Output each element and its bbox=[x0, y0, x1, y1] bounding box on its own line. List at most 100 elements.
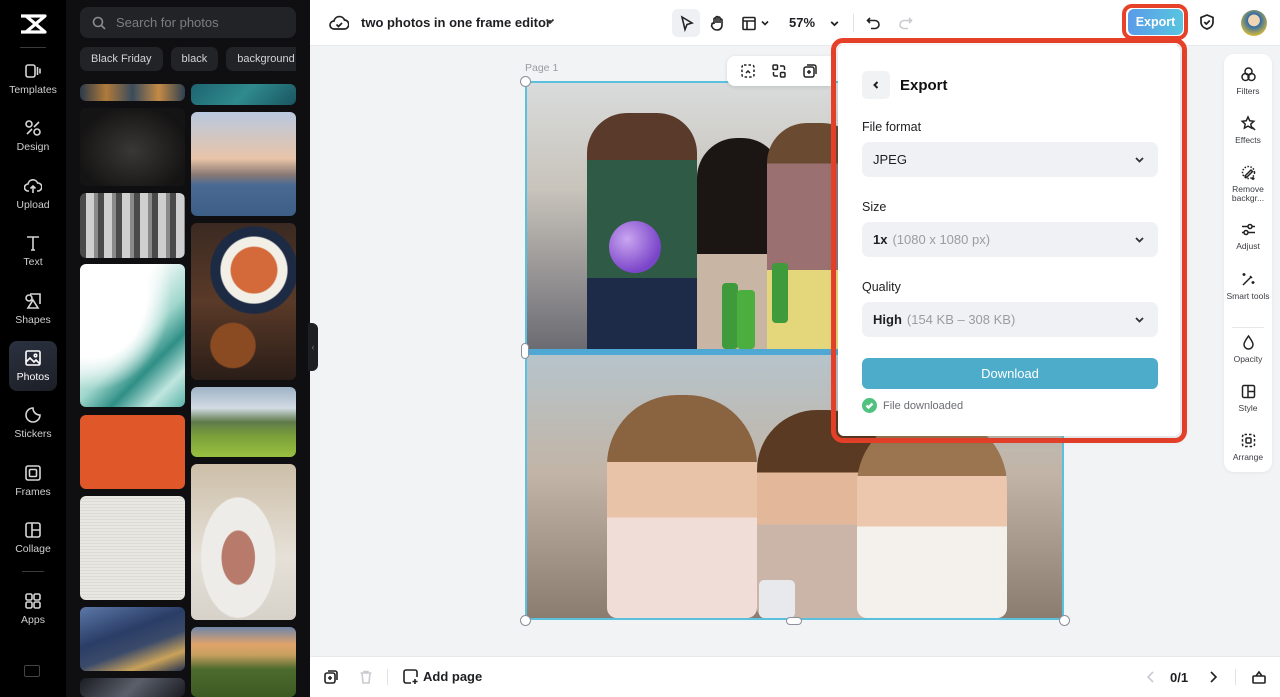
rail-divider bbox=[20, 47, 46, 48]
quality-value: High bbox=[873, 312, 902, 327]
replace-icon[interactable] bbox=[771, 63, 787, 79]
rail-item-stickers[interactable]: Stickers bbox=[9, 398, 57, 448]
rail-item-label: Shapes bbox=[15, 313, 51, 326]
document-title[interactable]: two photos in one frame editor bbox=[361, 15, 551, 30]
chip[interactable]: background bbox=[226, 47, 296, 71]
quality-detail: (154 KB – 308 KB) bbox=[906, 312, 1016, 327]
chip[interactable]: Black Friday bbox=[80, 47, 163, 71]
resize-handle[interactable] bbox=[520, 76, 531, 87]
crop-select-icon[interactable] bbox=[740, 63, 756, 79]
photo-thumbnail[interactable] bbox=[191, 112, 296, 216]
rail-item-templates[interactable]: Templates bbox=[9, 54, 57, 104]
keyboard-icon[interactable] bbox=[24, 665, 40, 677]
user-avatar[interactable] bbox=[1241, 10, 1267, 36]
shield-check-icon[interactable] bbox=[1198, 13, 1216, 31]
photo-figure bbox=[857, 415, 1007, 618]
photo-search-input[interactable]: Search for photos bbox=[80, 7, 296, 38]
zoom-level[interactable]: 57% bbox=[789, 15, 815, 30]
photo-thumbnail[interactable] bbox=[191, 387, 296, 457]
size-value: 1x bbox=[873, 232, 888, 247]
photo-thumbnail[interactable] bbox=[191, 223, 296, 380]
tool-smart-tools[interactable]: Smart tools bbox=[1224, 271, 1272, 301]
select-tool-button[interactable] bbox=[672, 9, 700, 37]
resize-handle[interactable] bbox=[786, 617, 802, 625]
resize-handle[interactable] bbox=[1059, 615, 1070, 626]
file-format-value: JPEG bbox=[873, 152, 907, 167]
redo-icon bbox=[898, 16, 913, 29]
photo-thumbnail[interactable] bbox=[80, 264, 185, 407]
tool-remove-background[interactable]: Remove backgr... bbox=[1224, 164, 1272, 204]
file-format-select[interactable]: JPEG bbox=[862, 142, 1158, 177]
apps-icon bbox=[25, 592, 41, 609]
cloud-sync-icon[interactable] bbox=[329, 13, 349, 33]
size-detail: (1080 x 1080 px) bbox=[892, 232, 991, 247]
photo-thumbnail[interactable] bbox=[191, 84, 296, 105]
download-button[interactable]: Download bbox=[862, 358, 1158, 389]
delete-page-icon[interactable] bbox=[358, 669, 374, 685]
editor-app: Templates Design Upload Text Shapes Phot… bbox=[0, 0, 1280, 697]
photo-thumbnail[interactable] bbox=[191, 627, 296, 697]
quality-select[interactable]: High (154 KB – 308 KB) bbox=[862, 302, 1158, 337]
tool-label: Opacity bbox=[1233, 354, 1263, 364]
shapes-icon bbox=[25, 292, 41, 309]
resize-handle[interactable] bbox=[520, 615, 531, 626]
size-select[interactable]: 1x (1080 x 1080 px) bbox=[862, 222, 1158, 257]
status-text: File downloaded bbox=[883, 399, 964, 412]
adjust-icon bbox=[1241, 223, 1255, 236]
photo-thumbnail[interactable] bbox=[80, 193, 185, 258]
tool-label: Adjust bbox=[1236, 241, 1260, 251]
rail-item-label: Upload bbox=[16, 198, 50, 211]
export-button[interactable]: Export bbox=[1128, 9, 1183, 35]
photo-thumbnail[interactable] bbox=[80, 84, 185, 101]
rail-item-label: Photos bbox=[16, 370, 50, 383]
tool-adjust[interactable]: Adjust bbox=[1224, 221, 1272, 251]
rail-item-label: Stickers bbox=[14, 428, 52, 441]
undo-button[interactable] bbox=[859, 9, 887, 37]
back-button[interactable] bbox=[862, 71, 890, 99]
tool-style[interactable]: Style bbox=[1224, 383, 1272, 413]
photo-thumbnail[interactable] bbox=[191, 464, 296, 620]
rail-item-frames[interactable]: Frames bbox=[9, 456, 57, 506]
tool-opacity[interactable]: Opacity bbox=[1224, 334, 1272, 364]
tool-filters[interactable]: Filters bbox=[1224, 66, 1272, 96]
next-page-icon[interactable] bbox=[1205, 669, 1221, 685]
photo-thumbnail[interactable] bbox=[80, 678, 185, 697]
photo-thumbnail[interactable] bbox=[80, 607, 185, 671]
rail-item-photos[interactable]: Photos bbox=[9, 340, 57, 391]
redo-button[interactable] bbox=[891, 9, 919, 37]
chip[interactable]: black bbox=[170, 47, 219, 71]
add-page-button[interactable]: Add page bbox=[402, 668, 482, 685]
rail-item-upload[interactable]: Upload bbox=[9, 169, 57, 219]
tool-arrange[interactable]: Arrange bbox=[1224, 432, 1272, 462]
file-format-label: File format bbox=[862, 120, 922, 134]
rail-item-label: Apps bbox=[21, 613, 45, 626]
resize-handle[interactable] bbox=[521, 343, 529, 359]
rail-item-shapes[interactable]: Shapes bbox=[9, 284, 57, 334]
rail-item-collage[interactable]: Collage bbox=[9, 513, 57, 563]
chevron-down-icon bbox=[1135, 157, 1144, 163]
right-tools-panel: Filters Effects Remove backgr... Adjust … bbox=[1224, 54, 1272, 472]
tool-effects[interactable]: Effects bbox=[1224, 115, 1272, 145]
photo-thumbnail[interactable] bbox=[80, 496, 185, 600]
layout-dropdown-button[interactable] bbox=[735, 9, 775, 37]
rail-item-text[interactable]: Text bbox=[9, 226, 57, 276]
rail-item-label: Templates bbox=[9, 84, 57, 96]
chevron-down-icon[interactable] bbox=[544, 15, 556, 27]
rail-item-design[interactable]: Design bbox=[9, 111, 57, 161]
hand-tool-button[interactable] bbox=[703, 9, 731, 37]
rail-item-apps[interactable]: Apps bbox=[9, 584, 57, 634]
layout-icon bbox=[741, 16, 756, 30]
page-panel-icon[interactable] bbox=[1251, 669, 1267, 685]
collapse-panel-button[interactable]: ‹ bbox=[308, 323, 318, 371]
rail-item-label: Text bbox=[23, 256, 43, 269]
duplicate-page-icon[interactable] bbox=[323, 669, 339, 685]
prev-page-icon[interactable] bbox=[1143, 669, 1159, 685]
photo-thumbnail[interactable] bbox=[80, 415, 185, 489]
rail-item-label: Collage bbox=[15, 543, 51, 556]
duplicate-icon[interactable] bbox=[802, 63, 818, 79]
photos-panel: Search for photos Black Friday black bac… bbox=[66, 0, 310, 697]
tool-label: Effects bbox=[1235, 135, 1261, 145]
zoom-dropdown-button[interactable] bbox=[820, 9, 848, 37]
remove-background-icon bbox=[1241, 165, 1255, 180]
photo-thumbnail[interactable] bbox=[80, 108, 185, 186]
